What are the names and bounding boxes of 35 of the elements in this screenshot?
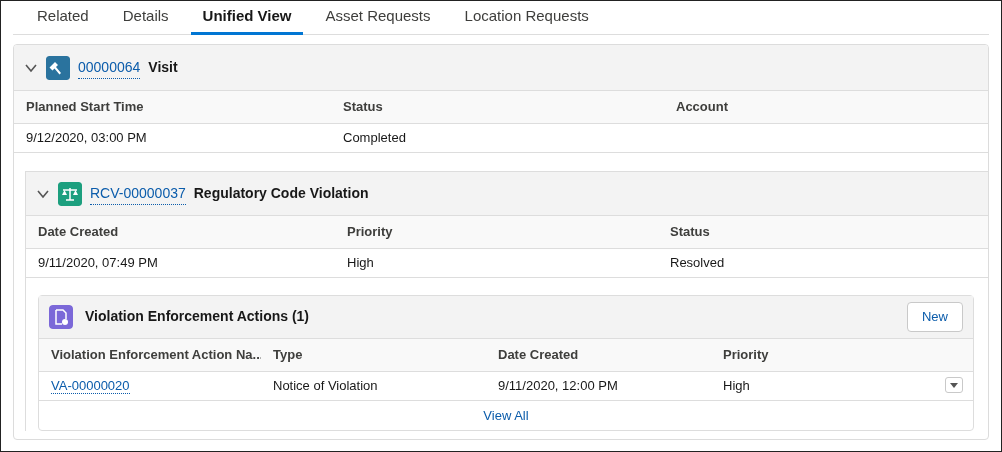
column-header: Date Created xyxy=(26,216,335,249)
table-cell: 9/12/2020, 03:00 PM xyxy=(14,124,331,153)
column-header: Account xyxy=(664,91,988,124)
column-header: Violation Enforcement Action Na... xyxy=(39,338,261,372)
record-type: Regulatory Code Violation xyxy=(193,184,369,203)
column-header: Type xyxy=(261,338,486,372)
dropdown-icon xyxy=(949,380,959,389)
tab[interactable]: Related xyxy=(25,1,101,35)
record-type: Visit xyxy=(148,58,178,77)
new-button[interactable]: New xyxy=(907,302,963,332)
tab[interactable]: Asset Requests xyxy=(313,1,443,35)
record-link[interactable]: 00000064 xyxy=(78,56,141,79)
table-cell: Completed xyxy=(331,124,664,153)
scale-icon xyxy=(58,181,82,206)
tab[interactable]: Details xyxy=(110,1,181,35)
table-cell: 9/11/2020, 07:49 PM xyxy=(26,249,335,278)
document-icon xyxy=(49,304,73,329)
table-cell: Notice of Violation xyxy=(261,371,486,401)
column-header: Date Created xyxy=(486,338,711,372)
tab[interactable]: Location Requests xyxy=(452,1,601,35)
table-cell: High xyxy=(711,371,933,401)
column-header: Priority xyxy=(711,338,973,372)
column-header: Status xyxy=(331,91,664,124)
table-cell: Resolved xyxy=(658,249,988,278)
column-header: Planned Start Time xyxy=(14,91,331,124)
row-actions-button[interactable] xyxy=(945,376,963,393)
tab[interactable]: Unified View xyxy=(190,1,304,35)
record-link[interactable]: RCV-00000037 xyxy=(90,182,186,205)
view-all-link[interactable]: View All xyxy=(483,407,529,423)
related-list-title: Violation Enforcement Actions (1) xyxy=(85,307,310,327)
column-header: Status xyxy=(658,216,988,249)
table-cell: 9/11/2020, 12:00 PM xyxy=(486,371,711,401)
table-cell: High xyxy=(335,249,658,278)
record-link[interactable]: VA-00000020 xyxy=(51,377,130,394)
column-header: Priority xyxy=(335,216,658,249)
